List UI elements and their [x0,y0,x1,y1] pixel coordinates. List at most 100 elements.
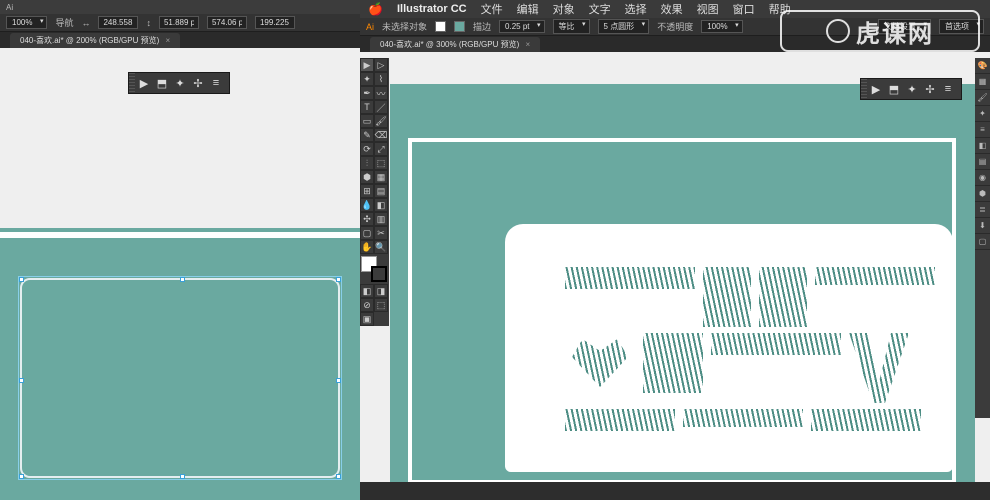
ftool-r4[interactable]: ✢ [921,80,939,98]
symbol-sprayer-tool[interactable]: ✣ [360,212,374,226]
slice-tool[interactable]: ✂ [374,226,388,240]
selection-rect[interactable] [20,278,340,478]
menu-object[interactable]: 对象 [553,1,575,17]
menu-effect[interactable]: 效果 [661,1,683,17]
glyph-stroke [811,409,921,431]
handle-tr[interactable] [336,277,341,282]
hand-tool[interactable]: ✋ [360,240,374,254]
watermark-text: 虎课网 [856,14,934,49]
artboards-panel-icon[interactable]: ▢ [975,234,990,250]
app-name[interactable]: Illustrator CC [397,3,467,15]
ftool-r3[interactable]: ✦ [903,80,921,98]
document-tab-left[interactable]: 040-喜欢.ai* @ 200% (RGB/GPU 预览) × [10,33,180,48]
handle-br[interactable] [336,474,341,479]
magic-wand-tool[interactable]: ✦ [360,72,374,86]
document-tab-right[interactable]: 040-喜欢.ai* @ 300% (RGB/GPU 预览) × [370,37,540,52]
illustrator-window-left: Ai 100% 导航 ↔ ↕ 040-喜欢.ai* @ 200% (RGB/GP… [0,0,360,500]
fill-swatch[interactable] [435,21,446,32]
canvas-left[interactable] [0,48,360,500]
floating-toolbar-left[interactable]: ▶ ⬒ ✦ ✢ ≡ [128,72,230,94]
menu-window[interactable]: 窗口 [733,1,755,17]
perspective-tool[interactable]: ▦ [374,170,388,184]
rectangle-tool[interactable]: ▭ [360,114,374,128]
paintbrush-tool[interactable]: 🖌 [374,114,388,128]
eraser-tool[interactable]: ⌫ [374,128,388,142]
stroke-swatch[interactable] [454,21,465,32]
pen-tool[interactable]: ✒ [360,86,374,100]
gradient-panel-icon[interactable]: ◧ [975,138,990,154]
transparency-panel-icon[interactable]: ▤ [975,154,990,170]
screen-mode[interactable]: ▣ [360,312,374,326]
handle-tl[interactable] [19,277,24,282]
app-badge-right: Ai [366,22,374,32]
shape-builder-tool[interactable]: ⬢ [360,170,374,184]
none-mode[interactable]: ⊘ [360,298,374,312]
artboard-tool[interactable]: ▢ [360,226,374,240]
ftool-r5[interactable]: ≡ [939,80,957,98]
width-field[interactable] [98,16,138,29]
layers-panel-icon[interactable]: ≣ [975,202,990,218]
handle-bl[interactable] [19,474,24,479]
stroke-panel-icon[interactable]: ≡ [975,122,990,138]
illustrator-window-right: Ai 未选择对象 描边 0.25 pt 等比 5 点圆形 不透明度 100% 文… [360,18,990,500]
canvas-right[interactable] [360,52,990,482]
stroke-weight-dropdown[interactable]: 0.25 pt [499,20,544,33]
curvature-tool[interactable]: 〰 [374,86,388,100]
type-tool[interactable]: T [360,100,374,114]
stroke-color[interactable] [371,266,387,282]
brush-style-dropdown[interactable]: 5 点圆形 [598,19,650,34]
menu-type[interactable]: 文字 [589,1,611,17]
graph-tool[interactable]: ▥ [374,212,388,226]
direct-selection-tool[interactable]: ▷ [374,58,388,72]
tab-close-icon[interactable]: × [166,36,171,45]
blend-tool[interactable]: ◧ [374,198,388,212]
handle-mr[interactable] [336,378,341,383]
fill-stroke-control[interactable] [361,256,387,282]
ftool-r2[interactable]: ⬒ [885,80,903,98]
gradient-mode[interactable]: ◨ [374,284,388,298]
ftool-5[interactable]: ≡ [207,74,225,92]
symbols-panel-icon[interactable]: ✦ [975,106,990,122]
rotate-tool[interactable]: ⟳ [360,142,374,156]
menu-view[interactable]: 视图 [697,1,719,17]
ftool-3[interactable]: ✦ [171,74,189,92]
swatches-panel-icon[interactable]: ▦ [975,74,990,90]
free-transform-tool[interactable]: ⬚ [374,156,388,170]
tab-close-icon-right[interactable]: × [526,40,531,49]
y-field[interactable] [255,16,295,29]
handle-ml[interactable] [19,378,24,383]
menu-file[interactable]: 文件 [481,1,503,17]
width-tool[interactable]: ⫶ [360,156,374,170]
handle-bc[interactable] [180,474,185,479]
ftool-1[interactable]: ▶ [135,74,153,92]
selection-tool[interactable]: ▶ [360,58,374,72]
opacity-dropdown[interactable]: 100% [701,20,742,33]
height-field[interactable] [159,16,199,29]
mesh-tool[interactable]: ⊞ [360,184,374,198]
x-field[interactable] [207,16,247,29]
zoom-dropdown[interactable]: 100% [6,16,47,29]
lasso-tool[interactable]: ⌇ [374,72,388,86]
draw-mode[interactable]: ⬚ [374,298,388,312]
appearance-panel-icon[interactable]: ◉ [975,170,990,186]
gradient-tool[interactable]: ▤ [374,184,388,198]
ftool-2[interactable]: ⬒ [153,74,171,92]
eyedropper-tool[interactable]: 💧 [360,198,374,212]
brushes-panel-icon[interactable]: 🖌 [975,90,990,106]
apple-menu-icon[interactable]: 🍎 [368,2,383,16]
graphic-styles-panel-icon[interactable]: ⬢ [975,186,990,202]
asset-export-panel-icon[interactable]: ⬇ [975,218,990,234]
scale-tool[interactable]: ⤢ [374,142,388,156]
menu-select[interactable]: 选择 [625,1,647,17]
color-mode[interactable]: ◧ [360,284,374,298]
line-tool[interactable]: ／ [374,100,388,114]
floating-toolbar-right[interactable]: ▶ ⬒ ✦ ✢ ≡ [860,78,962,100]
shaper-tool[interactable]: ✎ [360,128,374,142]
uniform-dropdown[interactable]: 等比 [553,19,590,34]
color-panel-icon[interactable]: 🎨 [975,58,990,74]
ftool-r1[interactable]: ▶ [867,80,885,98]
zoom-tool[interactable]: 🔍 [374,240,388,254]
ftool-4[interactable]: ✢ [189,74,207,92]
handle-tc[interactable] [180,277,185,282]
menu-edit[interactable]: 编辑 [517,1,539,17]
